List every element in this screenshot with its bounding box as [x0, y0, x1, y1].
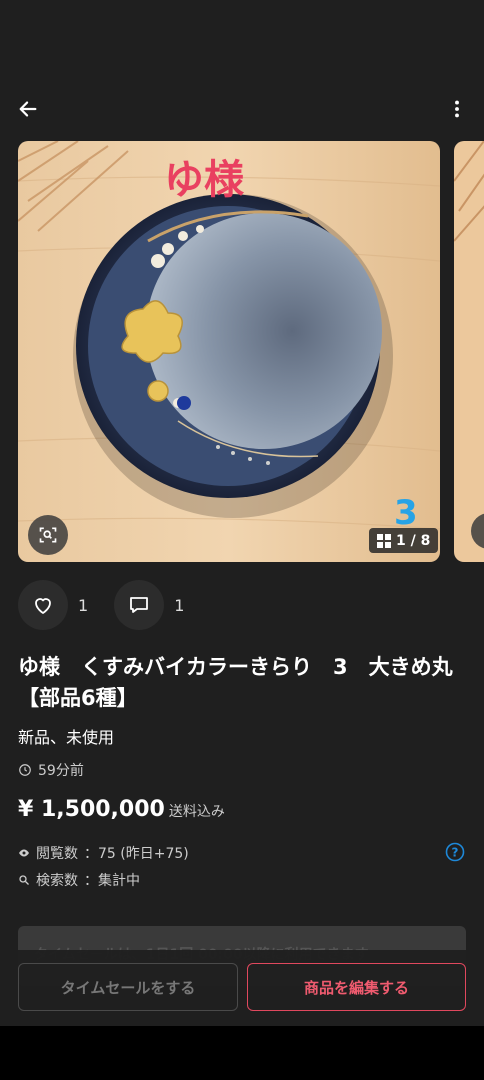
search-label: 検索数 — [36, 873, 78, 889]
app-screen: ゆ様 3 1 / 8 1 1 ゆ様 くすみバイカラーきらり 3 大きめ丸【部品6… — [0, 0, 484, 1026]
bottom-action-bar: タイムセールをする 商品を編集する — [0, 950, 484, 1026]
image-counter: 1 / 8 — [369, 528, 439, 553]
image-search-button[interactable] — [28, 515, 68, 555]
image-search-icon — [39, 527, 57, 543]
next-product-image — [454, 141, 484, 562]
image-overlay-number: 3 — [394, 493, 418, 533]
arrow-left-icon — [19, 101, 37, 117]
image-overlay-text: ゆ様 — [164, 157, 244, 203]
more-vertical-icon — [455, 100, 459, 118]
help-icon[interactable]: ? — [445, 842, 465, 862]
next-photo-preview[interactable] — [454, 141, 484, 562]
product-photo[interactable]: ゆ様 3 1 / 8 — [18, 141, 440, 562]
heart-icon — [35, 598, 51, 614]
edit-item-button[interactable]: 商品を編集する — [247, 963, 466, 1011]
item-price: ¥ 1,500,000 — [18, 797, 165, 822]
comment-button[interactable] — [114, 580, 165, 630]
comment-icon — [130, 597, 149, 613]
views-stat: 閲覧数 ：75 (昨日+75) — [18, 843, 189, 863]
search-value: ：集計中 — [84, 873, 140, 889]
posted-time: 59分前 — [18, 760, 84, 780]
image-counter-label: 1 / 8 — [396, 532, 431, 549]
timesale-button[interactable]: タイムセールをする — [18, 963, 238, 1011]
posted-time-label: 59分前 — [38, 763, 84, 779]
like-button[interactable] — [18, 580, 68, 630]
like-count: 1 — [78, 595, 89, 615]
views-label: 閲覧数 — [36, 846, 78, 862]
price-row: ¥ 1,500,000 送料込み — [18, 797, 225, 822]
views-value: ：75 (昨日+75) — [84, 846, 189, 862]
reaction-bar: 1 1 — [18, 580, 210, 630]
back-button[interactable] — [14, 95, 42, 123]
image-gallery[interactable]: ゆ様 3 1 / 8 — [18, 141, 484, 562]
search-stat: 検索数 ：集計中 — [18, 870, 140, 890]
svg-text:?: ? — [452, 846, 459, 860]
eye-icon — [19, 849, 29, 857]
search-icon — [19, 875, 29, 885]
item-title: ゆ様 くすみバイカラーきらり 3 大きめ丸【部品6種】 — [18, 655, 453, 710]
grid-icon — [377, 533, 391, 548]
more-options-button[interactable] — [443, 95, 471, 123]
top-navbar — [0, 85, 484, 133]
shipping-note: 送料込み — [168, 804, 225, 820]
clock-icon — [19, 764, 31, 776]
comment-count: 1 — [174, 595, 185, 615]
item-condition: 新品、未使用 — [18, 728, 115, 747]
